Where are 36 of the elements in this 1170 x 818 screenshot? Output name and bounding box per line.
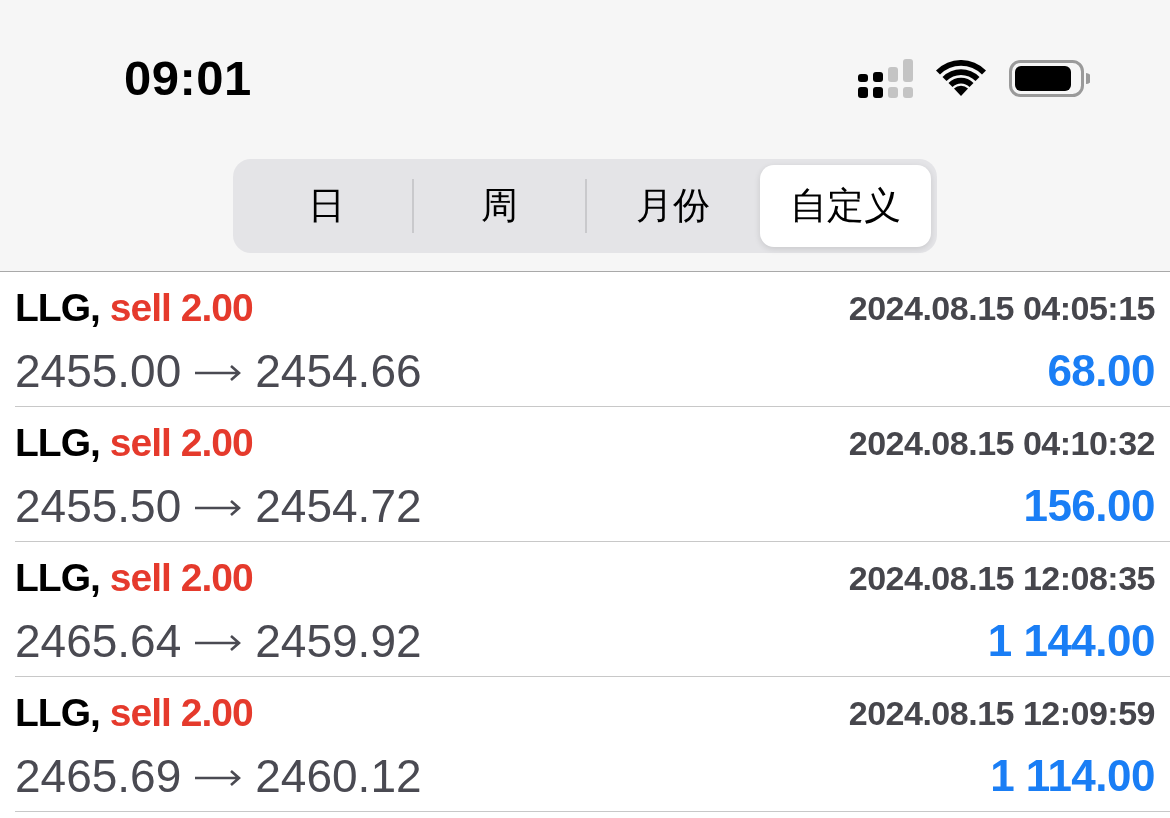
open-price: 2455.00 [15,344,182,398]
trade-time: 2024.08.15 12:09:59 [848,693,1155,733]
profit-value: 1 144.00 [987,616,1155,666]
signal-icon [858,58,913,98]
open-price: 2465.64 [15,614,182,668]
close-price: 2460.12 [255,749,422,803]
profit-value: 1 114.00 [990,751,1155,801]
symbol-text: LLG, [15,691,100,735]
symbol-text: LLG, [15,556,100,600]
period-tab[interactable]: 周 [414,165,585,247]
arrow-right-icon [195,635,242,651]
trade-time: 2024.08.15 04:05:15 [848,288,1155,328]
order-text: sell 2.00 [109,286,253,330]
symbol-text: LLG, [15,286,100,330]
battery-icon [1009,59,1090,97]
trade-time: 2024.08.15 12:08:35 [848,558,1155,598]
order-text: sell 2.00 [109,556,253,600]
period-tab[interactable]: 日 [241,165,412,247]
symbol-text: LLG, [15,421,100,465]
status-time: 09:01 [124,50,252,106]
profit-value: 156.00 [1023,481,1155,531]
order-text: sell 2.00 [109,421,253,465]
open-price: 2455.50 [15,479,182,533]
open-price: 2465.69 [15,749,182,803]
wifi-icon [935,60,987,96]
arrow-right-icon [195,365,242,381]
close-price: 2454.72 [255,479,422,533]
arrow-right-icon [195,770,242,786]
profit-value: 68.00 [1047,346,1155,396]
close-price: 2459.92 [255,614,422,668]
order-text: sell 2.00 [109,691,253,735]
close-price: 2454.66 [255,344,422,398]
trade-time: 2024.08.15 04:10:32 [848,423,1155,463]
period-tab[interactable]: 自定义 [760,165,931,247]
arrow-right-icon [195,500,242,516]
period-tab[interactable]: 月份 [587,165,758,247]
